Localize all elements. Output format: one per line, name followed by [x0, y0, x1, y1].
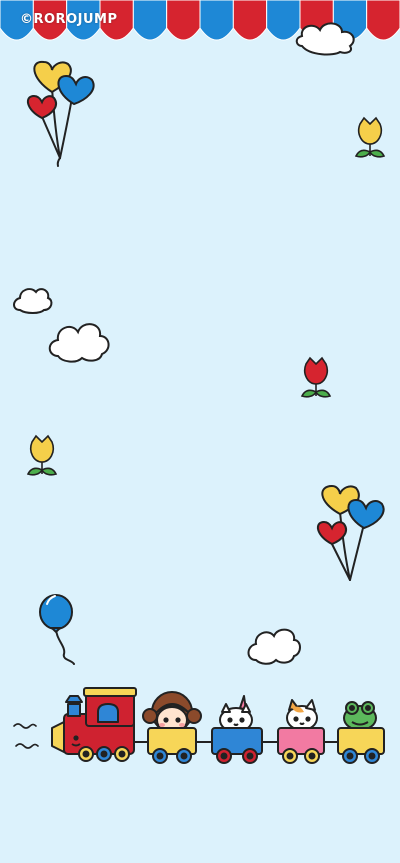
train-icon — [51, 687, 385, 764]
tulip-icon — [354, 116, 386, 158]
cloud-icon — [247, 628, 301, 665]
awning-stripe — [266, 0, 301, 41]
illustration — [0, 0, 400, 764]
cat-passenger-icon — [286, 699, 318, 731]
awning-stripe — [166, 0, 201, 41]
tulip-icon — [300, 356, 332, 398]
heart-balloons-icon — [316, 484, 385, 581]
awning-stripe — [232, 0, 268, 41]
watermark-text: ©ROROJUMP — [20, 12, 118, 27]
awning-stripe — [132, 0, 168, 41]
motion-lines-icon — [13, 723, 39, 749]
wallpaper-scene: ©ROROJUMP — [0, 0, 400, 863]
girl-passenger-icon — [142, 691, 202, 734]
tulip-icon — [26, 434, 58, 476]
cloud-icon — [48, 323, 110, 363]
unicorn-passenger-icon — [219, 695, 253, 733]
awning-stripe — [199, 0, 234, 41]
awning-stripe — [366, 0, 400, 41]
frog-passenger-icon — [343, 701, 377, 731]
cloud-icon — [13, 288, 53, 314]
heart-balloons-icon — [26, 60, 95, 167]
balloon-icon — [39, 594, 75, 665]
